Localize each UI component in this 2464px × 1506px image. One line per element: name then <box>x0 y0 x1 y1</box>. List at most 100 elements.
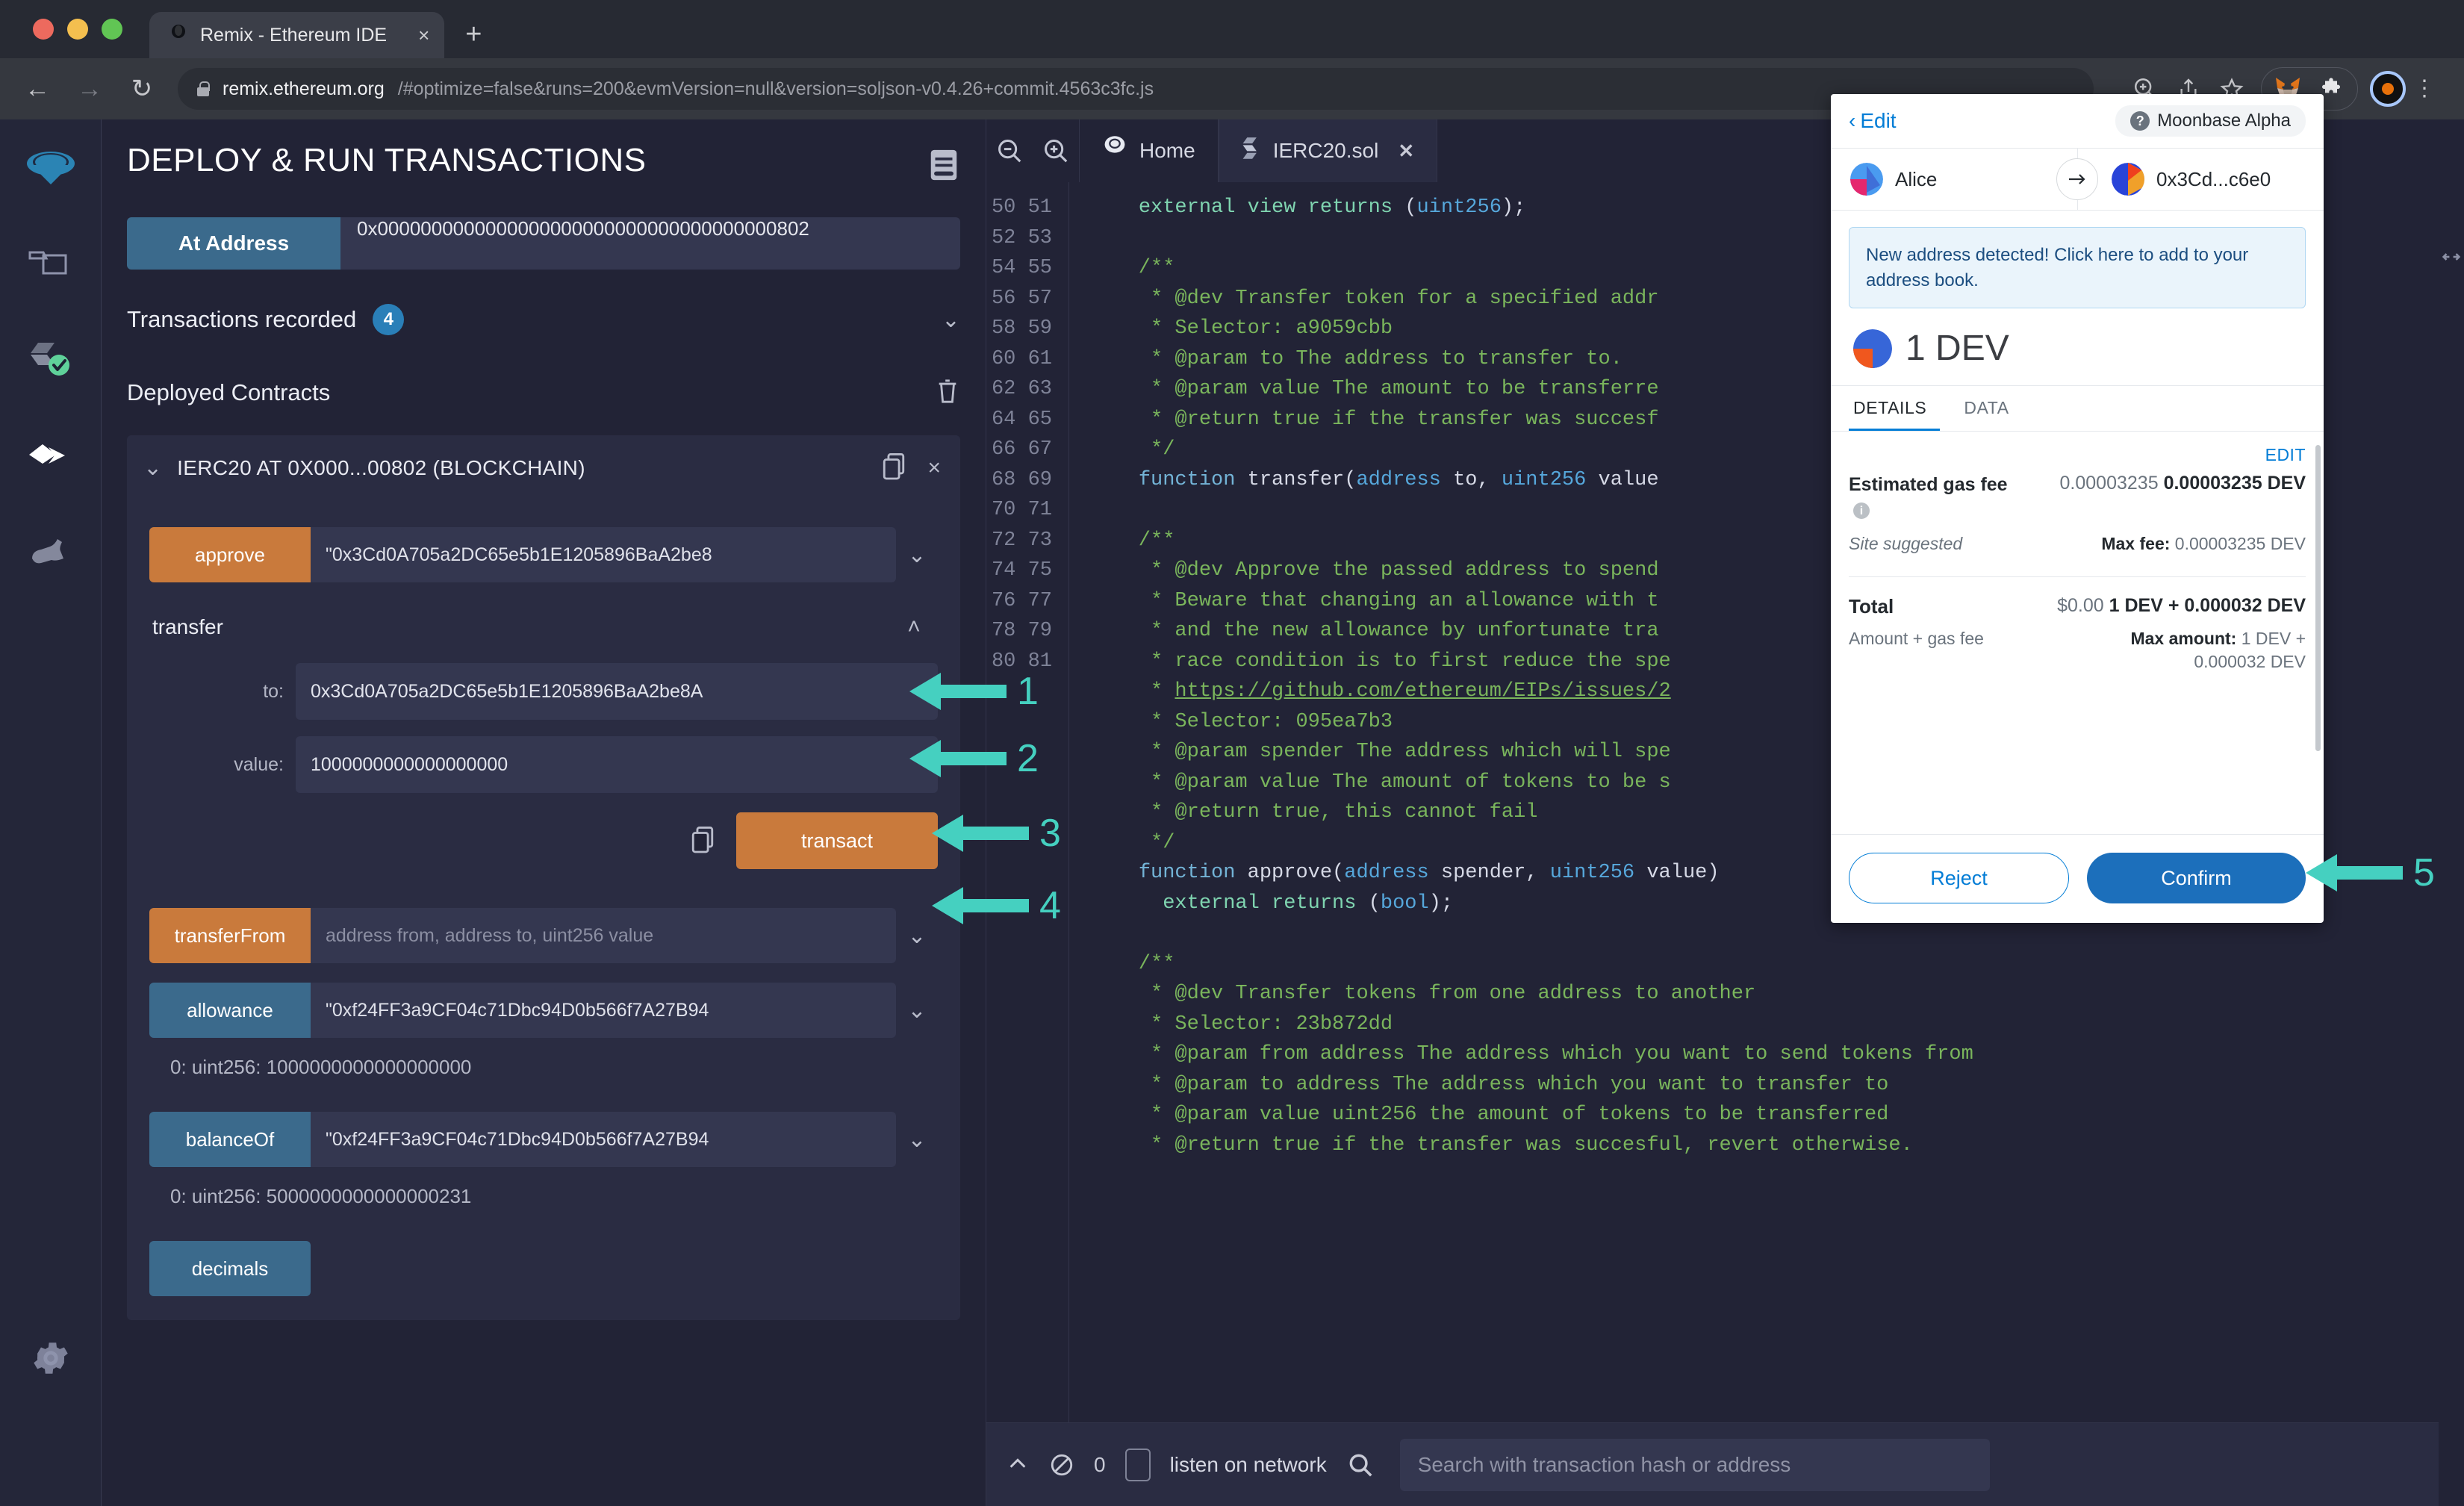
contract-header[interactable]: ⌄ IERC20 AT 0X000...00802 (BLOCKCHAIN) × <box>127 435 960 500</box>
transaction-search-input[interactable]: Search with transaction hash or address <box>1399 1438 1990 1491</box>
max-fee-amount: 0.00003235 DEV <box>2174 533 2306 553</box>
editor-right-edge <box>2439 239 2464 1506</box>
function-row-transfer[interactable]: transfer ˄ <box>149 608 938 647</box>
chevron-down-icon[interactable]: ⌄ <box>896 983 938 1038</box>
annotation-3: 3 <box>932 810 1061 856</box>
transferfrom-button[interactable]: transferFrom <box>149 908 311 963</box>
metamask-network-badge[interactable]: ? Moonbase Alpha <box>2115 105 2306 137</box>
zoom-out-icon[interactable] <box>986 137 1033 165</box>
url-host: remix.ethereum.org <box>223 78 385 99</box>
lock-icon <box>197 81 210 96</box>
browser-tab-title: Remix - Ethereum IDE <box>200 24 388 46</box>
transactions-recorded-label: Transactions recorded <box>127 306 357 332</box>
contract-name: IERC20 AT 0X000...00802 (BLOCKCHAIN) <box>177 455 585 479</box>
url-bar[interactable]: remix.ethereum.org /#optimize=false&runs=… <box>178 68 2094 110</box>
deploy-run-panel: DEPLOY & RUN TRANSACTIONS At Address 0x0… <box>102 119 986 1506</box>
transactions-recorded-row[interactable]: Transactions recorded 4 ⌄ <box>127 296 960 343</box>
browser-tab-remix[interactable]: Remix - Ethereum IDE × <box>149 12 445 58</box>
clear-console-icon[interactable] <box>1049 1452 1074 1478</box>
tab-ierc20-sol[interactable]: IERC20.sol ✕ <box>1218 119 1438 182</box>
chevron-up-icon[interactable]: ˄ <box>893 614 935 640</box>
annotation-2-label: 2 <box>1017 737 1039 780</box>
max-amount-value: Max amount: 1 DEV + 0.000032 DEV <box>2074 627 2306 673</box>
allowance-input[interactable]: "0xf24FF3a9CF04c71Dbc94D0b566f7A27B94 <box>311 983 896 1038</box>
tab-data[interactable]: DATA <box>1959 386 2022 431</box>
metamask-to-account[interactable]: 0x3Cd...c6e0 <box>2062 163 2324 196</box>
edit-gas-button[interactable]: EDIT <box>1849 432 2306 465</box>
total-value: $0.00 1 DEV + 0.000032 DEV <box>2057 595 2306 617</box>
new-tab-button[interactable]: + <box>465 19 482 51</box>
close-icon[interactable]: ✕ <box>1398 140 1414 163</box>
forward-icon[interactable]: → <box>73 75 106 104</box>
allowance-button[interactable]: allowance <box>149 983 311 1038</box>
close-window-button[interactable] <box>33 19 54 40</box>
approve-button[interactable]: approve <box>149 527 311 582</box>
deployed-contract-card: ⌄ IERC20 AT 0X000...00802 (BLOCKCHAIN) × <box>127 435 960 1320</box>
chevron-down-icon[interactable]: ⌄ <box>896 527 938 582</box>
reload-icon[interactable]: ↻ <box>125 74 158 104</box>
balanceof-input[interactable]: "0xf24FF3a9CF04c71Dbc94D0b566f7A27B94 <box>311 1112 896 1167</box>
solidity-compiler-icon[interactable] <box>22 332 79 388</box>
plugin-manager-icon[interactable] <box>22 523 79 579</box>
tab-details[interactable]: DETAILS <box>1849 386 1941 432</box>
annotation-1: 1 <box>909 668 1039 715</box>
tab-home[interactable]: Home <box>1079 119 1219 182</box>
deployed-contracts-row: Deployed Contracts <box>127 370 960 416</box>
expand-panel-icon[interactable] <box>2442 248 2461 1506</box>
gas-fee-plain: 0.00003235 <box>2059 473 2159 494</box>
transfer-to-row: to: 0x3Cd0A705a2DC65e5b1E1205896BaA2be8A <box>149 663 938 720</box>
expand-terminal-icon[interactable] <box>1006 1453 1030 1477</box>
chevron-down-icon[interactable]: ⌄ <box>896 1112 938 1167</box>
info-icon[interactable]: i <box>1853 502 1870 520</box>
minimize-window-button[interactable] <box>67 19 88 40</box>
total-label: Total <box>1849 594 1894 617</box>
approve-input[interactable]: "0x3Cd0A705a2DC65e5b1E1205896BaA2be8 <box>311 527 896 582</box>
search-icon[interactable] <box>1346 1451 1375 1479</box>
to-account-address: 0x3Cd...c6e0 <box>2156 167 2271 190</box>
documentation-icon[interactable] <box>927 148 960 186</box>
transfer-value-row: value: 1000000000000000000 <box>149 736 938 793</box>
max-amount-label: Max amount: <box>2130 628 2237 648</box>
balanceof-button[interactable]: balanceOf <box>149 1112 311 1167</box>
balanceof-result: 0: uint256: 5000000000000000231 <box>170 1185 472 1207</box>
gas-fee-value: 0.00003235 0.00003235 DEV <box>2060 473 2306 494</box>
reject-button[interactable]: Reject <box>1849 853 2069 903</box>
delete-all-contracts-icon[interactable] <box>935 377 960 409</box>
gas-fee-row: Estimated gas feei 0.00003235 0.00003235… <box>1849 473 2306 523</box>
transferfrom-input[interactable]: address from, address to, uint256 value <box>311 908 896 963</box>
max-fee-label: Max fee: <box>2101 533 2171 553</box>
transfer-value-input[interactable]: 1000000000000000000 <box>296 736 938 793</box>
divider <box>1849 576 2306 577</box>
chevron-down-icon[interactable]: ⌄ <box>143 455 162 481</box>
deploy-run-transactions-icon[interactable] <box>22 427 79 484</box>
at-address-button[interactable]: At Address <box>127 217 340 270</box>
zoom-in-icon[interactable] <box>1033 137 1079 165</box>
decimals-button[interactable]: decimals <box>149 1241 311 1296</box>
listen-on-network-checkbox[interactable] <box>1124 1448 1151 1481</box>
tab-home-label: Home <box>1139 139 1195 162</box>
transfer-to-input[interactable]: 0x3Cd0A705a2DC65e5b1E1205896BaA2be8A <box>296 663 938 720</box>
settings-gear-icon[interactable] <box>22 1330 79 1387</box>
copy-address-icon[interactable] <box>881 452 906 484</box>
browser-menu-icon[interactable]: ⋮ <box>2406 78 2443 100</box>
transfer-value-label: value: <box>234 753 284 775</box>
back-icon[interactable]: ← <box>21 75 54 104</box>
metamask-header: ‹ Edit ? Moonbase Alpha <box>1831 94 2324 148</box>
maximize-window-button[interactable] <box>102 19 122 40</box>
home-remix-logo-icon[interactable] <box>22 140 79 197</box>
close-contract-icon[interactable]: × <box>927 455 941 481</box>
close-icon[interactable]: × <box>418 24 429 47</box>
new-address-notice[interactable]: New address detected! Click here to add … <box>1849 227 2306 309</box>
metamask-from-account[interactable]: Alice <box>1831 163 2062 196</box>
chevron-down-icon[interactable]: ⌄ <box>942 307 960 333</box>
profile-avatar[interactable] <box>2370 71 2406 107</box>
metamask-back-edit-button[interactable]: ‹ Edit <box>1849 109 1897 133</box>
confirm-button[interactable]: Confirm <box>2087 853 2306 903</box>
metamask-scrollbar[interactable] <box>2315 445 2321 751</box>
transact-button[interactable]: transact <box>736 812 938 869</box>
remix-icon-sidebar <box>0 119 102 1506</box>
file-explorer-icon[interactable] <box>22 236 79 293</box>
at-address-input[interactable]: 0x00000000000000000000000000000000000008… <box>340 217 960 270</box>
copy-calldata-icon[interactable] <box>690 825 715 857</box>
arrow-left-icon <box>2306 854 2403 892</box>
